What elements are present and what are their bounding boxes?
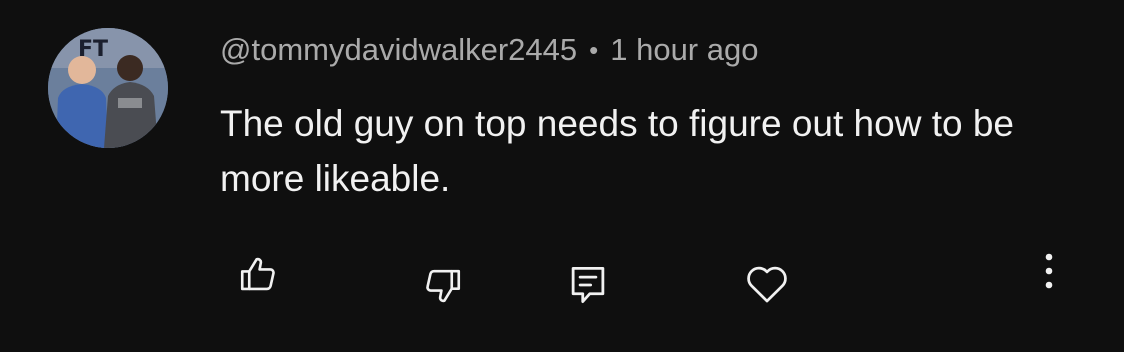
meta-separator: • [589, 34, 599, 65]
thumbs-down-icon [426, 269, 461, 303]
more-vertical-icon [1045, 253, 1053, 289]
more-options-button[interactable] [1024, 246, 1074, 296]
reply-icon [571, 266, 605, 304]
heart-icon [747, 266, 787, 303]
timestamp[interactable]: 1 hour ago [610, 32, 758, 68]
reply-button[interactable] [563, 260, 613, 310]
dislike-button[interactable] [418, 261, 468, 311]
comment-meta: @tommydavidwalker2445 • 1 hour ago [220, 28, 758, 72]
thumbs-up-icon [240, 257, 275, 291]
comment-text: The old guy on top needs to figure out h… [220, 103, 1015, 199]
avatar-photo: FT [48, 28, 168, 148]
heart-button[interactable] [742, 259, 792, 309]
comment-item: FT @tommydavidwalker2445 • 1 hour ago Th… [0, 0, 1124, 352]
author-name[interactable]: @tommydavidwalker2445 [220, 32, 577, 68]
avatar[interactable]: FT [48, 28, 168, 148]
like-button[interactable] [233, 249, 283, 299]
